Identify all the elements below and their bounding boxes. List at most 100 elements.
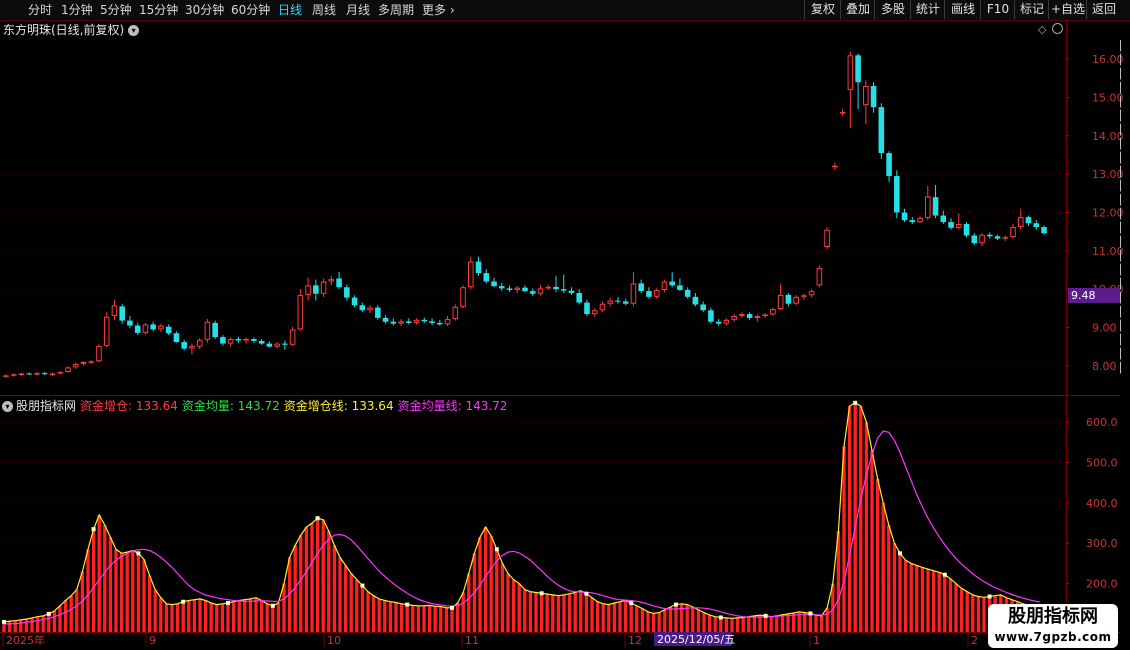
right-side-strip[interactable]: ▏ ▏ ▏ ▏ ▏ ▏ ▏ ▏ ▏ ▏ ▏ ▏ ▏ ▏ ▏ ▏ ▏ ▏ ▏ ▏ ▏ ▏ ▏ ▏ xyxy=(1120,40,1130,390)
date-axis: 2025年 9 10 11 12 1 22025/12/05/五 xyxy=(0,632,1120,647)
signal-marker xyxy=(942,572,947,577)
capital-bar xyxy=(164,603,169,632)
capital-bar xyxy=(691,606,695,632)
signal-marker xyxy=(226,600,230,605)
indicator-tick-label: 200.0 xyxy=(1086,578,1118,591)
capital-bar xyxy=(920,567,925,632)
candle-body-up xyxy=(847,55,854,90)
capital-bar xyxy=(215,604,219,632)
capital-bar xyxy=(663,609,667,632)
capital-bar xyxy=(517,583,521,632)
capital-bar xyxy=(310,523,314,632)
candle-body-up xyxy=(537,288,544,294)
candle-body-down xyxy=(150,324,156,330)
candle-body-up xyxy=(545,286,552,289)
signal-marker xyxy=(2,619,6,624)
capital-bar xyxy=(584,593,589,632)
capital-bar xyxy=(803,612,807,632)
capital-bar xyxy=(607,604,611,632)
candle-body-down xyxy=(212,322,218,338)
candle-body-up xyxy=(956,224,962,228)
candle-body-up xyxy=(398,321,404,324)
candle-body-up xyxy=(158,325,164,330)
capital-bar xyxy=(411,605,415,632)
capital-bar xyxy=(35,616,40,632)
candle-body-up xyxy=(88,361,94,363)
signal-marker xyxy=(674,602,678,607)
capital-bar xyxy=(97,515,101,632)
indicator-tick-label: 500.0 xyxy=(1086,457,1118,470)
candle-body-down xyxy=(615,300,621,302)
signal-marker xyxy=(450,605,454,610)
candle-body-up xyxy=(661,281,668,290)
candle-body-up xyxy=(839,112,846,114)
capital-bar xyxy=(562,594,566,632)
chart-canvas[interactable]: 16.0015.0014.0013.0012.0011.0010.009.008… xyxy=(0,0,1130,650)
capital-bar xyxy=(618,601,622,632)
capital-bar xyxy=(881,502,885,632)
capital-bar xyxy=(500,563,505,632)
candle-body-up xyxy=(630,283,637,304)
capital-bar xyxy=(702,612,706,632)
candle-body-up xyxy=(460,287,466,307)
capital-bar xyxy=(623,600,628,632)
capital-bar xyxy=(489,535,493,632)
capital-bar xyxy=(170,604,174,632)
candle-body-down xyxy=(475,261,482,274)
capital-bar xyxy=(142,559,146,632)
capital-bar xyxy=(730,618,734,632)
capital-bar xyxy=(377,598,381,632)
chevron-down-icon[interactable]: ▾ xyxy=(2,401,13,412)
capital-bar xyxy=(534,592,538,632)
candle-body-up xyxy=(723,319,730,324)
capital-bar xyxy=(198,598,202,632)
candle-body-up xyxy=(57,371,64,374)
candle-body-down xyxy=(878,107,885,154)
candle-body-down xyxy=(390,321,397,324)
candle-body-up xyxy=(96,345,102,362)
signal-marker xyxy=(584,591,589,596)
legend-capital-increase-line: 资金增仓线: 133.64 xyxy=(283,399,394,413)
candle-body-up xyxy=(18,373,25,375)
signal-marker xyxy=(539,591,544,596)
capital-bar xyxy=(187,600,191,632)
candle-body-down xyxy=(344,287,350,298)
candle-body-up xyxy=(925,196,931,218)
capital-bar xyxy=(954,583,958,632)
capital-bar xyxy=(427,605,432,632)
capital-bar xyxy=(248,598,253,632)
cursor-date-label: 2025/12/05/五 xyxy=(657,633,735,646)
capital-bar xyxy=(937,572,941,632)
candle-body-up xyxy=(731,316,737,320)
candle-body-up xyxy=(243,339,249,341)
candle-body-up xyxy=(653,289,660,297)
capital-bar xyxy=(7,621,12,632)
candle-body-down xyxy=(282,343,288,345)
candle-body-down xyxy=(932,197,939,216)
capital-bar xyxy=(696,609,701,632)
capital-bar xyxy=(254,597,258,632)
capital-bar xyxy=(612,602,617,632)
indicator-tick-label: 400.0 xyxy=(1086,497,1118,510)
capital-bar xyxy=(388,601,393,632)
candle-body-up xyxy=(196,339,203,347)
capital-bar xyxy=(131,550,135,632)
candle-body-down xyxy=(483,273,490,282)
signal-marker xyxy=(718,615,723,620)
capital-bar xyxy=(965,591,969,632)
candle-body-down xyxy=(986,234,993,237)
candle-body-up xyxy=(739,314,745,317)
capital-bar xyxy=(276,602,281,632)
candle-body-down xyxy=(909,220,916,223)
candle-body-down xyxy=(669,281,675,286)
capital-bar xyxy=(366,591,370,632)
capital-bar xyxy=(52,611,57,632)
capital-bar xyxy=(892,543,897,632)
candle-body-down xyxy=(994,236,1001,239)
candle-body-up xyxy=(1002,237,1009,239)
candle-body-up xyxy=(274,343,280,347)
capital-bar xyxy=(383,600,387,632)
capital-bar xyxy=(86,549,90,632)
candle-body-up xyxy=(227,339,234,344)
capital-bar xyxy=(125,552,129,632)
